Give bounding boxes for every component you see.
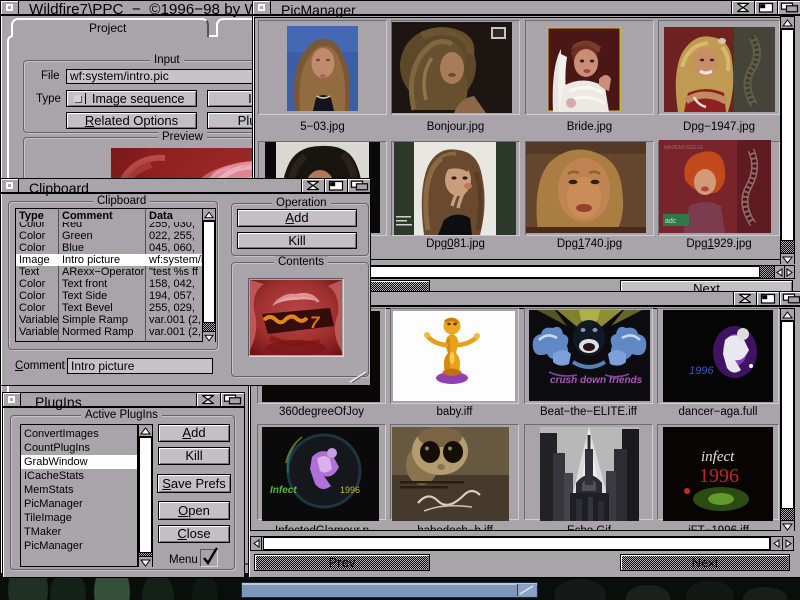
svg-text:Infect: Infect [270,485,297,496]
svg-text:adc: adc [665,218,677,225]
svg-text:1996: 1996 [699,465,739,487]
svg-text:MADEMOISELLE: MADEMOISELLE [664,145,704,151]
svg-text:1996: 1996 [689,365,714,377]
svg-text:infect: infect [701,449,735,465]
svg-text:1996: 1996 [340,485,360,495]
svg-text:7: 7 [310,313,321,332]
